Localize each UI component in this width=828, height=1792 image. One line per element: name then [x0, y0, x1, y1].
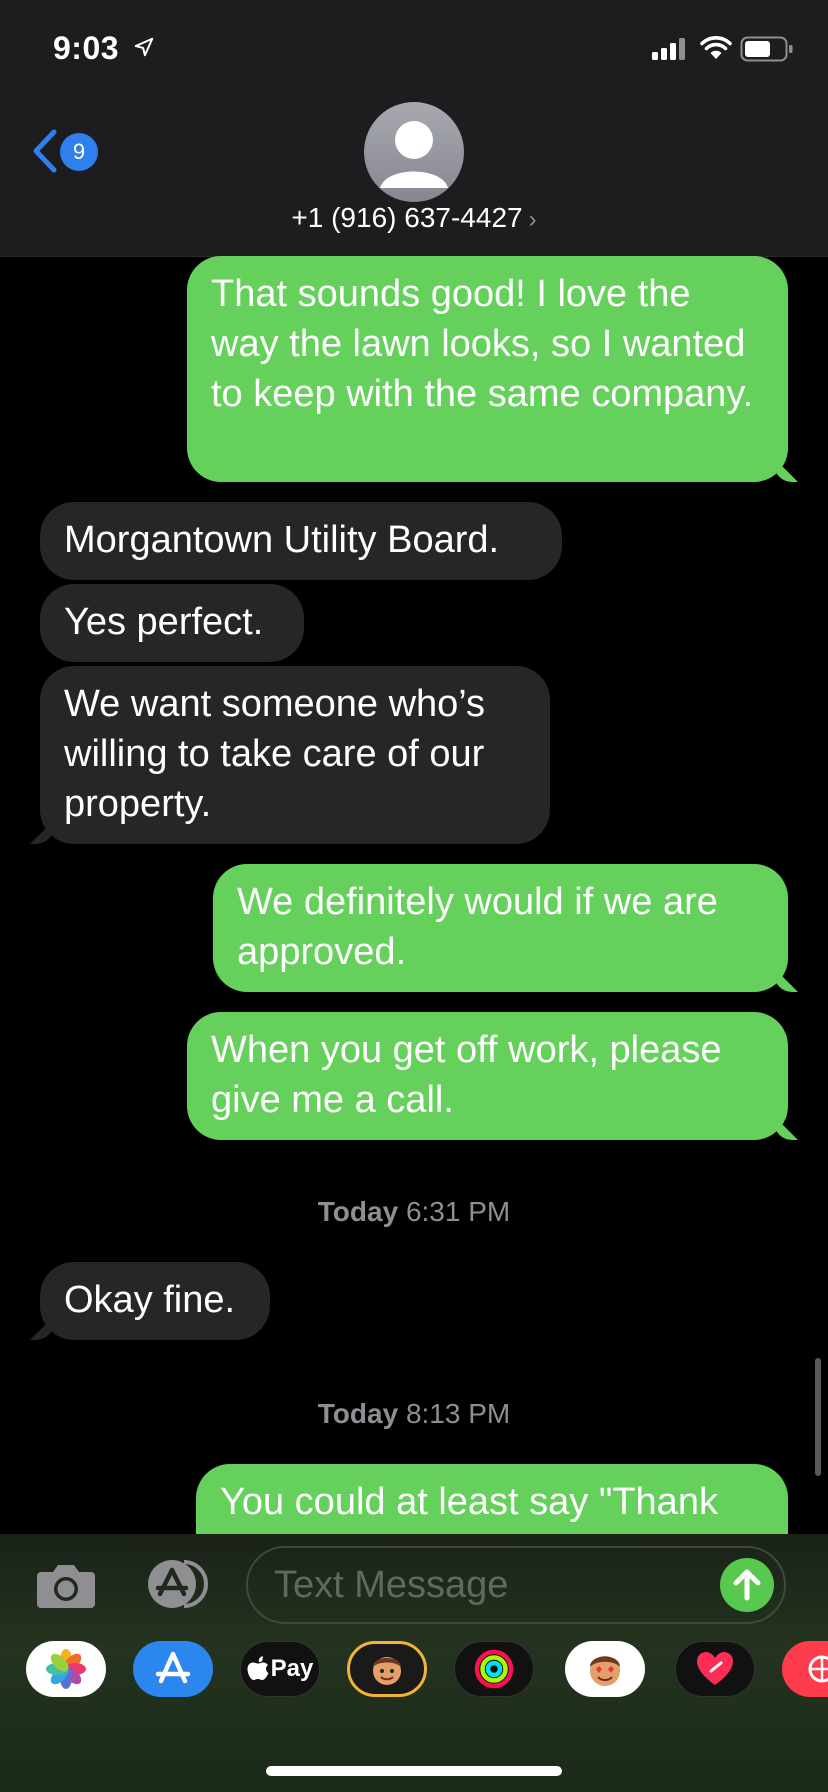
heart-touch-icon [697, 1652, 733, 1685]
message-text: Okay fine. [64, 1279, 236, 1321]
timestamp-time: 8:13 PM [405, 1398, 511, 1429]
app-store-a-icon [155, 1651, 191, 1684]
status-time: 9:03 [53, 30, 120, 66]
back-button[interactable]: 9 [30, 128, 110, 178]
send-button[interactable] [720, 1558, 774, 1612]
digital-touch-button[interactable] [675, 1641, 755, 1697]
chevron-right-icon: › [528, 206, 537, 233]
arrow-up-icon [733, 1569, 761, 1601]
memoji-button[interactable] [347, 1641, 427, 1697]
composer-area: Text Message Pay [0, 1534, 828, 1792]
message-received[interactable]: We want someone who’s willing to take ca… [40, 666, 550, 844]
message-text: You could at least say "Thank [220, 1481, 718, 1523]
input-row: Text Message [0, 1534, 828, 1634]
timestamp-day: Today [317, 1398, 399, 1429]
memoji-stickers-icon [590, 1656, 620, 1686]
timestamp: Today 6:31 PM [0, 1196, 828, 1228]
app-store-icon[interactable] [140, 1558, 212, 1610]
home-indicator[interactable] [266, 1766, 562, 1776]
message-text: Morgantown Utility Board. [64, 519, 500, 561]
images-search-button[interactable] [782, 1641, 828, 1697]
conversation-header: 9:03 9 +1 (916) 637-4427 › [0, 0, 828, 257]
timestamp-time: 6:31 PM [405, 1196, 511, 1227]
chevron-left-icon [33, 129, 57, 173]
message-text: Yes perfect. [64, 601, 264, 643]
activity-rings-icon [474, 1649, 514, 1689]
message-received[interactable]: Okay fine. [40, 1262, 270, 1340]
app-drawer: Pay [0, 1641, 828, 1751]
contact-avatar[interactable] [364, 102, 464, 202]
message-placeholder: Text Message [274, 1564, 509, 1606]
contact-name-button[interactable]: +1 (916) 637-4427 › [0, 202, 828, 234]
scrollbar[interactable] [815, 1358, 821, 1476]
activity-button[interactable] [454, 1641, 534, 1697]
message-received[interactable]: Yes perfect. [40, 584, 304, 662]
apple-pay-label: Pay [270, 1655, 314, 1682]
message-received[interactable]: Morgantown Utility Board. [40, 502, 562, 580]
apple-logo-icon [247, 1656, 269, 1680]
timestamp-day: Today [317, 1196, 399, 1227]
message-text: We definitely would if we are approved. [237, 881, 718, 973]
message-sent[interactable]: We definitely would if we are approved. [213, 864, 788, 992]
apple-pay-button[interactable]: Pay [240, 1641, 320, 1697]
message-text: That sounds good! I love the way the law… [211, 273, 754, 415]
location-arrow-icon [134, 37, 154, 57]
message-sent[interactable]: When you get off work, please give me a … [187, 1012, 788, 1140]
person-silhouette-icon [380, 121, 448, 188]
message-text: When you get off work, please give me a … [211, 1029, 722, 1121]
message-sent[interactable]: That sounds good! I love the way the law… [187, 256, 788, 482]
photos-app-button[interactable] [26, 1641, 106, 1697]
memoji-stickers-button[interactable] [565, 1641, 645, 1697]
message-input[interactable]: Text Message [246, 1546, 786, 1624]
cellular-signal-icon [652, 38, 685, 60]
camera-icon[interactable] [35, 1562, 97, 1610]
timestamp: Today 8:13 PM [0, 1398, 828, 1430]
photos-flower-icon [46, 1649, 86, 1689]
unread-count-badge: 9 [60, 133, 98, 171]
app-store-button[interactable] [133, 1641, 213, 1697]
message-text: We want someone who’s willing to take ca… [64, 683, 486, 825]
contact-number: +1 (916) 637-4427 [291, 202, 523, 233]
memoji-face-icon [373, 1657, 401, 1685]
battery-icon [740, 36, 793, 62]
wifi-icon [700, 36, 732, 59]
globe-search-icon [808, 1655, 828, 1683]
